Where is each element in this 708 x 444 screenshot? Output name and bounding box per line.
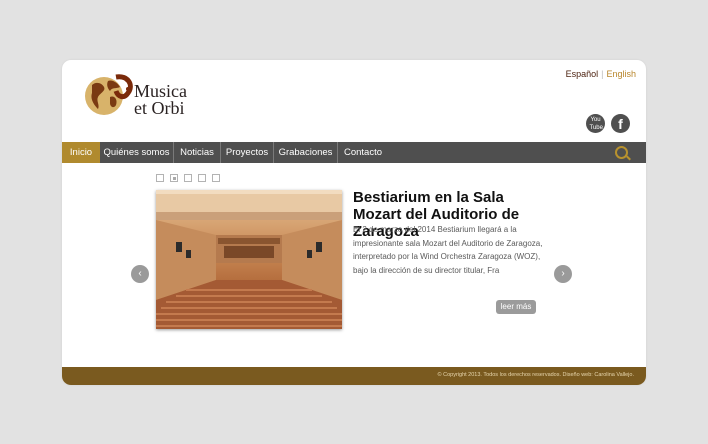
nav-item-noticias[interactable]: Noticias <box>174 142 221 163</box>
lang-separator: | <box>601 69 604 79</box>
slider-dot[interactable] <box>184 174 192 182</box>
lang-english-link[interactable]: English <box>606 69 636 79</box>
globe-clef-icon <box>85 74 133 115</box>
concert-hall-photo <box>156 190 342 329</box>
page-card: Musica et Orbi Español | English You Tube … <box>62 60 646 385</box>
youtube-icon[interactable]: You Tube <box>586 114 605 133</box>
nav-item-quienes-somos[interactable]: Quiénes somos <box>100 142 174 163</box>
language-switcher: Español | English <box>566 69 636 79</box>
brand-name: Musica et Orbi <box>134 82 187 118</box>
slider-dot-active[interactable] <box>170 174 178 182</box>
nav-item-grabaciones[interactable]: Grabaciones <box>274 142 338 163</box>
brand-line-2: et Orbi <box>134 98 185 118</box>
footer: © Copyright 2013. Todos los derechos res… <box>62 367 646 385</box>
main-nav: Inicio Quiénes somos Noticias Proyectos … <box>62 142 646 163</box>
youtube-label: You Tube <box>589 117 603 131</box>
search-icon[interactable] <box>615 146 628 159</box>
facebook-label: f <box>618 116 623 132</box>
slider-dot[interactable] <box>212 174 220 182</box>
nav-item-inicio[interactable]: Inicio <box>62 142 100 163</box>
nav-item-proyectos[interactable]: Proyectos <box>221 142 274 163</box>
facebook-icon[interactable]: f <box>611 114 630 133</box>
slider-dot[interactable] <box>156 174 164 182</box>
copyright-text: © Copyright 2013. Todos los derechos res… <box>437 372 634 378</box>
read-more-button[interactable]: leer más <box>496 300 536 314</box>
slider-prev-button[interactable]: ‹ <box>131 265 149 283</box>
site-logo[interactable]: Musica et Orbi <box>82 71 202 121</box>
slider-next-button[interactable]: › <box>554 265 572 283</box>
article-excerpt: El 2 de marzo del 2014 Bestiarium llegar… <box>353 225 543 275</box>
slider-dot[interactable] <box>198 174 206 182</box>
hall-illustration <box>156 190 342 329</box>
lang-spanish-link[interactable]: Español <box>566 69 599 79</box>
nav-item-contacto[interactable]: Contacto <box>338 142 388 163</box>
